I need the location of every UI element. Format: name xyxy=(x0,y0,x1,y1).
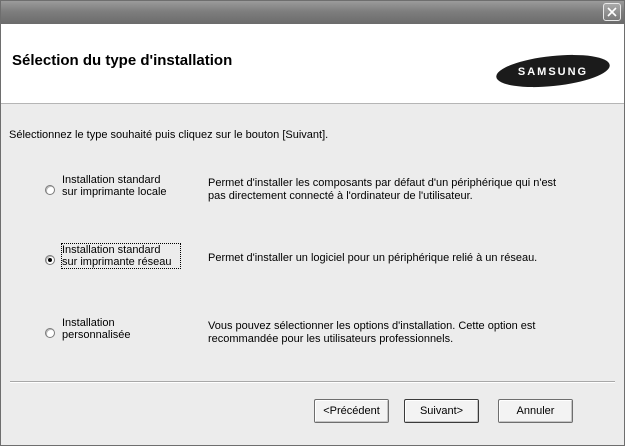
next-button[interactable]: Suivant> xyxy=(404,399,479,423)
option-label-line: Installation standard xyxy=(62,174,161,186)
option-label-network[interactable]: Installation standard sur imprimante rés… xyxy=(61,243,181,269)
radio-local[interactable] xyxy=(45,185,55,195)
title-bar[interactable] xyxy=(1,1,624,24)
close-icon xyxy=(607,7,617,17)
option-label-line: Installation xyxy=(62,317,115,329)
dialog-body: Sélectionnez le type souhaité puis cliqu… xyxy=(1,104,624,378)
page-title: Sélection du type d'installation xyxy=(12,52,233,69)
instruction-text: Sélectionnez le type souhaité puis cliqu… xyxy=(9,129,329,141)
back-button[interactable]: <Précédent xyxy=(314,399,389,423)
description-line: Vous pouvez sélectionner les options d'i… xyxy=(208,320,536,332)
option-label-line: sur imprimante réseau xyxy=(62,256,172,268)
option-label-line: Installation standard xyxy=(62,244,161,256)
radio-network[interactable] xyxy=(45,255,55,265)
option-label-local[interactable]: Installation standard sur imprimante loc… xyxy=(62,174,180,198)
svg-text:SAMSUNG: SAMSUNG xyxy=(518,66,588,78)
radio-custom[interactable] xyxy=(45,328,55,338)
samsung-logo: SAMSUNG xyxy=(496,54,610,88)
option-custom: Installation personnalisée Vous pouvez s… xyxy=(1,317,624,361)
option-description-local: Permet d'installer les composants par dé… xyxy=(208,177,603,203)
option-label-custom[interactable]: Installation personnalisée xyxy=(62,317,180,341)
description-line: Permet d'installer les composants par dé… xyxy=(208,177,557,189)
dialog-header: Sélection du type d'installation SAMSUNG xyxy=(1,24,624,104)
option-local: Installation standard sur imprimante loc… xyxy=(1,174,624,218)
description-line: pas directement connecté à l'ordinateur … xyxy=(208,190,473,202)
description-line: Permet d'installer un logiciel pour un p… xyxy=(208,252,538,264)
cancel-button[interactable]: Annuler xyxy=(498,399,573,423)
option-description-custom: Vous pouvez sélectionner les options d'i… xyxy=(208,320,603,346)
footer-divider xyxy=(10,381,615,383)
option-label-line: personnalisée xyxy=(62,329,131,341)
option-description-network: Permet d'installer un logiciel pour un p… xyxy=(208,252,603,265)
installer-dialog: Sélection du type d'installation SAMSUNG… xyxy=(0,0,625,446)
description-line: recommandée pour les utilisateurs profes… xyxy=(208,333,454,345)
close-button[interactable] xyxy=(603,3,621,21)
option-label-line: sur imprimante locale xyxy=(62,186,167,198)
option-network: Installation standard sur imprimante rés… xyxy=(1,243,624,288)
